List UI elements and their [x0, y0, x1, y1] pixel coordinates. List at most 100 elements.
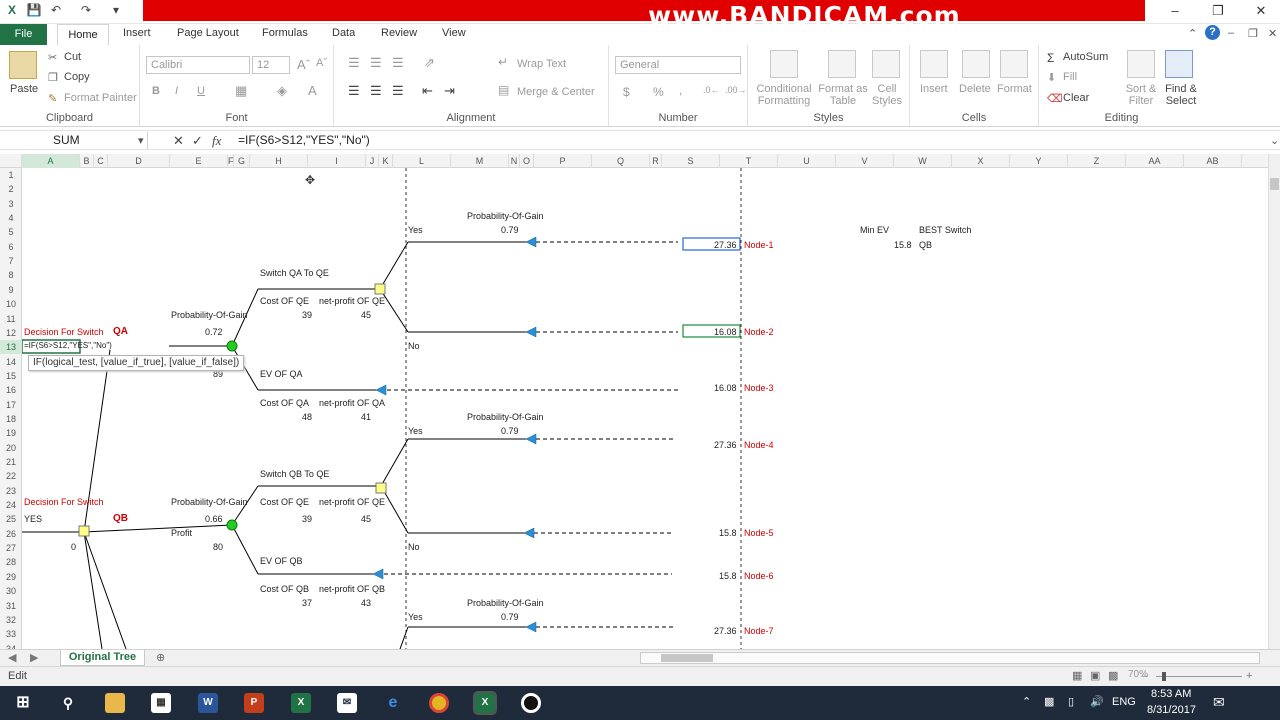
column-header[interactable]: P	[534, 154, 592, 168]
wrap-text-button[interactable]: Wrap Text	[517, 58, 566, 70]
format-cells-button[interactable]: Format	[997, 83, 1032, 95]
next-sheet-icon[interactable]: ▶	[30, 651, 38, 664]
clear-button[interactable]: Clear	[1063, 92, 1089, 104]
row-header[interactable]: 31	[0, 599, 22, 613]
normal-view-icon[interactable]: ▦	[1072, 669, 1082, 682]
tab-file[interactable]: File	[0, 24, 47, 45]
font-color-icon[interactable]: A	[308, 83, 317, 98]
format-cells-icon[interactable]	[1000, 50, 1028, 78]
column-header[interactable]: T	[720, 154, 778, 168]
restore-icon[interactable]: ❐	[1203, 3, 1233, 21]
fill-color-icon[interactable]: ◈	[277, 83, 287, 99]
zoom-percent[interactable]: 70%	[1128, 669, 1148, 680]
save-icon[interactable]: 💾	[26, 3, 42, 19]
clock-time[interactable]: 8:53 AM	[1151, 688, 1191, 700]
format-as-table-button[interactable]: Format as Table	[818, 83, 868, 107]
powerpoint-icon[interactable]: P	[244, 693, 264, 713]
scroll-thumb[interactable]	[1270, 178, 1279, 190]
minimize-icon[interactable]: –	[1160, 3, 1190, 21]
percent-button[interactable]: %	[653, 85, 664, 99]
tab-data[interactable]: Data	[332, 27, 355, 39]
tab-home[interactable]: Home	[57, 24, 109, 46]
row-header[interactable]: 22	[0, 469, 22, 483]
tab-view[interactable]: View	[442, 27, 466, 39]
name-box[interactable]: SUM	[0, 132, 148, 149]
column-header[interactable]: AA	[1126, 154, 1184, 168]
new-sheet-icon[interactable]: ⊕	[156, 651, 165, 664]
align-right-icon[interactable]: ☰	[392, 83, 404, 99]
find-select-icon[interactable]	[1165, 50, 1193, 78]
delete-cells-icon[interactable]	[962, 50, 990, 78]
row-header[interactable]: 5	[0, 225, 22, 239]
row-header[interactable]: 11	[0, 312, 22, 326]
align-left-icon[interactable]: ☰	[348, 83, 360, 99]
formula-input[interactable]: =IF(S6>S12,"YES","No")	[238, 133, 370, 147]
hscroll-thumb[interactable]	[661, 654, 713, 662]
notifications-icon[interactable]: ✉	[1213, 694, 1225, 711]
column-header[interactable]: X	[952, 154, 1010, 168]
number-format-combo[interactable]: General	[615, 56, 741, 74]
row-header[interactable]: 27	[0, 541, 22, 555]
collapse-ribbon-icon[interactable]: ⌃	[1188, 27, 1197, 40]
row-header[interactable]: 9	[0, 283, 22, 297]
column-header[interactable]: W	[894, 154, 952, 168]
word-icon[interactable]: W	[198, 693, 218, 713]
column-header[interactable]: K	[379, 154, 393, 168]
row-header[interactable]: 32	[0, 613, 22, 627]
vertical-scrollbar[interactable]	[1268, 154, 1280, 650]
select-all-corner[interactable]	[0, 154, 22, 168]
undo-icon[interactable]: ↶	[48, 3, 64, 19]
page-break-view-icon[interactable]: ▩	[1108, 669, 1118, 682]
mail-icon[interactable]: ✉	[337, 693, 357, 713]
row-header[interactable]: 13	[0, 340, 22, 355]
merge-center-button[interactable]: Merge & Center	[517, 86, 595, 98]
increase-decimal-icon[interactable]: .0←	[703, 85, 720, 95]
file-explorer-icon[interactable]	[105, 693, 125, 713]
column-header[interactable]: L	[393, 154, 451, 168]
column-header[interactable]: H	[250, 154, 308, 168]
customize-qat-icon[interactable]: ▾	[108, 3, 124, 19]
row-header[interactable]: 8	[0, 268, 22, 282]
underline-button[interactable]: U	[197, 85, 205, 97]
row-header[interactable]: 20	[0, 441, 22, 455]
row-header[interactable]: 4	[0, 211, 22, 225]
column-header[interactable]: B	[80, 154, 94, 168]
paste-button[interactable]: Paste	[10, 83, 38, 95]
worksheet-grid[interactable]: Probability-Of-Gain 0.79 Yes Min EV BEST…	[22, 168, 1268, 649]
row-header[interactable]: 19	[0, 426, 22, 440]
enter-icon[interactable]: ✓	[192, 133, 203, 149]
row-header[interactable]: 15	[0, 369, 22, 383]
close-icon[interactable]: ✕	[1246, 3, 1276, 21]
language-indicator[interactable]: ENG	[1112, 696, 1136, 708]
conditional-formatting-button[interactable]: Conditional Formatting	[754, 83, 814, 107]
currency-button[interactable]: $	[623, 85, 630, 99]
fill-button[interactable]: Fill	[1063, 71, 1077, 83]
tab-formulas[interactable]: Formulas	[262, 27, 308, 39]
comma-button[interactable]: ,	[679, 83, 682, 97]
close-workbook-icon[interactable]: ✕	[1268, 27, 1277, 40]
column-header[interactable]: Z	[1068, 154, 1126, 168]
edge-icon[interactable]: e	[383, 693, 403, 713]
windows-start-icon[interactable]: ⊞	[13, 693, 33, 713]
zoom-slider-thumb[interactable]	[1162, 672, 1166, 681]
column-header[interactable]: C	[94, 154, 108, 168]
bold-button[interactable]: B	[152, 85, 160, 97]
row-header[interactable]: 1	[0, 168, 22, 182]
orientation-icon[interactable]: ⇗	[424, 55, 435, 71]
column-header[interactable]: M	[451, 154, 509, 168]
redo-icon[interactable]: ↷	[78, 3, 94, 19]
grow-font-icon[interactable]: Aˆ	[297, 57, 310, 72]
column-header[interactable]: A	[22, 154, 80, 168]
row-header[interactable]: 25	[0, 512, 22, 526]
excel-active-icon[interactable]: X	[473, 691, 497, 715]
top-align-icon[interactable]: ☰	[348, 55, 360, 71]
insert-cells-icon[interactable]	[920, 50, 948, 78]
sort-filter-icon[interactable]	[1127, 50, 1155, 78]
column-header[interactable]: V	[836, 154, 894, 168]
column-header[interactable]: AB	[1184, 154, 1242, 168]
cell-styles-icon[interactable]	[872, 50, 900, 78]
zoom-slider[interactable]	[1156, 672, 1242, 681]
borders-icon[interactable]: ▦	[235, 83, 247, 99]
column-header[interactable]: D	[108, 154, 170, 168]
increase-indent-icon[interactable]: ⇥	[444, 83, 455, 99]
